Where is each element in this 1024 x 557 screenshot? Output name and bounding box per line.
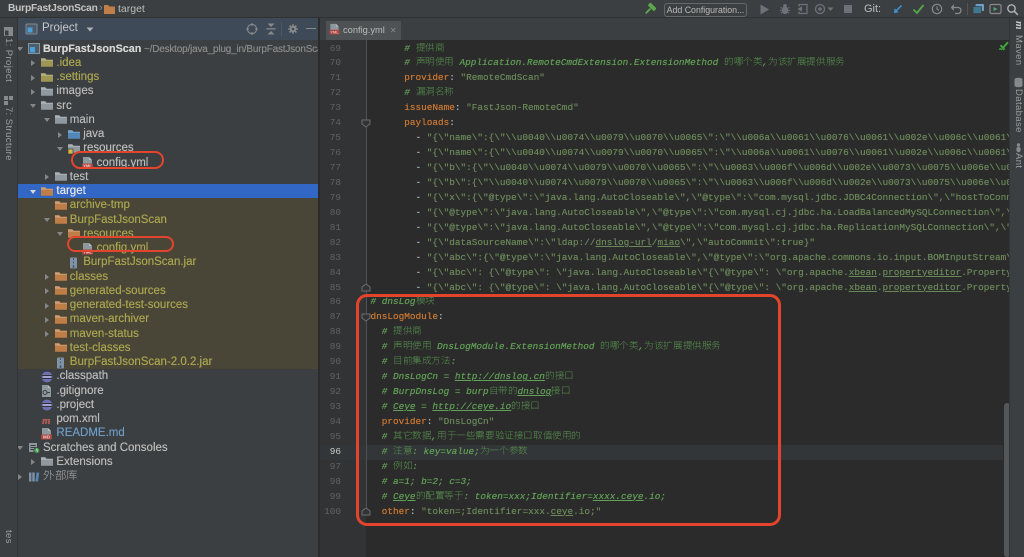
svg-text:MD: MD bbox=[43, 435, 51, 440]
svg-text:YML: YML bbox=[330, 31, 339, 35]
svg-text:m: m bbox=[42, 415, 51, 426]
